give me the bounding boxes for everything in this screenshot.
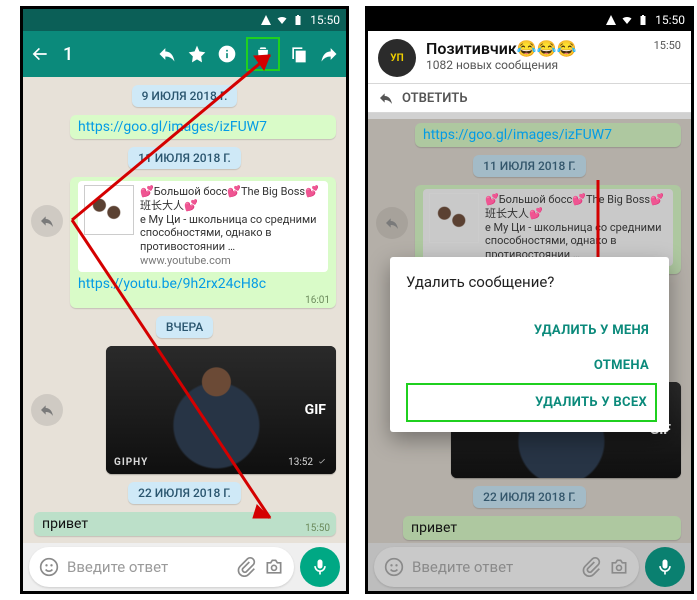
status-bar: 15:50	[23, 9, 346, 31]
link-preview-card[interactable]: 💕Большой босс💕The Big Boss💕班长大人💕 е Му Ци…	[78, 181, 328, 272]
gif-label: GIF	[305, 402, 326, 418]
clock: 15:50	[655, 13, 685, 27]
reply-icon[interactable]	[156, 43, 178, 65]
message-input[interactable]: Введите ответ	[29, 547, 294, 587]
delete-for-me-button[interactable]: УДАЛИТЬ У МЕНЯ	[406, 313, 657, 348]
date-chip: 11 ИЮЛЯ 2018 Г.	[128, 147, 241, 169]
forward-circle-icon[interactable]	[31, 205, 63, 237]
date-chip: 22 ИЮЛЯ 2018 Г.	[473, 486, 586, 508]
date-chip: 22 ИЮЛЯ 2018 Г.	[128, 482, 241, 504]
notification-header[interactable]: УП Позитивчик😂😂😂 1082 новых сообщения 15…	[368, 31, 691, 84]
phone-left: 15:50 1 9 ИЮЛЯ 2018 Г. https://goo.gl/im…	[20, 6, 349, 594]
message-text: привет	[42, 516, 88, 532]
preview-domain: www.youtube.com	[140, 254, 322, 268]
forward-icon[interactable]	[318, 43, 340, 65]
wifi-icon	[276, 14, 288, 26]
emoji-icon[interactable]	[39, 557, 59, 577]
preview-title: 💕Большой босс💕The Big Boss💕班长大人💕	[140, 185, 322, 213]
phone-right: 15:50 УП Позитивчик😂😂😂 1082 новых сообще…	[365, 6, 694, 594]
preview-title: 💕Большой босс💕The Big Boss💕班长大人💕	[485, 193, 667, 221]
input-bar: Введите ответ	[23, 543, 346, 591]
info-icon[interactable]	[216, 43, 238, 65]
message-link[interactable]: https://goo.gl/images/izFUW7	[70, 115, 336, 139]
forward-circle-icon[interactable]	[376, 207, 408, 239]
battery-icon	[637, 14, 649, 26]
message-time: 15:50	[305, 523, 330, 534]
reply-icon	[378, 90, 394, 106]
message-text-bubble[interactable]: привет	[403, 516, 681, 540]
selection-action-bar: 1	[23, 31, 346, 77]
message-time: 13:52	[288, 457, 328, 468]
emoji-icon[interactable]	[384, 557, 404, 577]
chat-title: Позитивчик😂😂😂	[426, 39, 577, 58]
message-text: привет	[411, 520, 457, 536]
link-preview-card[interactable]: 💕Большой босс💕The Big Boss💕班长大人💕 е Му Ци…	[423, 189, 673, 266]
camera-icon[interactable]	[264, 557, 284, 577]
gif-brand: GIPHY	[114, 457, 148, 468]
attach-icon[interactable]	[236, 557, 256, 577]
message-gif[interactable]: GIF GIPHY 13:52	[106, 346, 336, 474]
chat-subtitle: 1082 новых сообщения	[426, 58, 577, 72]
mic-button[interactable]	[300, 547, 340, 587]
message-link-text[interactable]: https://youtu.be/9h2rx24cH8c	[78, 276, 266, 292]
delete-for-everyone-button[interactable]: УДАЛИТЬ У ВСЕХ	[406, 383, 657, 422]
preview-thumbnail	[84, 185, 134, 235]
mic-button[interactable]	[645, 547, 685, 587]
message-link[interactable]: https://goo.gl/images/izFUW7	[415, 123, 681, 147]
wifi-icon	[621, 14, 633, 26]
camera-icon[interactable]	[609, 557, 629, 577]
forward-circle-icon[interactable]	[31, 394, 63, 426]
message-selected[interactable]: привет 15:50	[34, 512, 336, 536]
delete-icon[interactable]	[246, 37, 280, 71]
chat-area: 9 ИЮЛЯ 2018 Г. https://goo.gl/images/izF…	[23, 77, 346, 543]
signal-icon	[605, 14, 617, 26]
dialog-title: Удалить сообщение?	[406, 273, 657, 291]
back-icon[interactable]	[29, 43, 51, 65]
attach-icon[interactable]	[581, 557, 601, 577]
copy-icon[interactable]	[288, 43, 310, 65]
header-time: 15:50	[654, 39, 681, 52]
message-youtube[interactable]: 💕Большой босс💕The Big Boss💕班长大人💕 е Му Ци…	[70, 177, 336, 308]
preview-desc: е Му Ци - школьница со средними способно…	[140, 213, 322, 254]
status-bar: 15:50	[368, 9, 691, 31]
cancel-button[interactable]: ОТМЕНА	[406, 348, 657, 383]
avatar: УП	[378, 39, 416, 77]
reply-label: ОТВЕТИТЬ	[402, 91, 467, 106]
delete-dialog: Удалить сообщение? УДАЛИТЬ У МЕНЯ ОТМЕНА…	[390, 257, 669, 432]
message-input[interactable]: Введите ответ	[374, 547, 639, 587]
date-chip: ВЧЕРА	[156, 316, 213, 338]
preview-desc: е Му Ци - школьница со средними способно…	[485, 221, 667, 262]
preview-thumbnail	[429, 193, 479, 243]
input-bar: Введите ответ	[368, 543, 691, 591]
input-placeholder: Введите ответ	[412, 558, 573, 576]
signal-icon	[260, 14, 272, 26]
input-placeholder: Введите ответ	[67, 558, 228, 576]
selection-count: 1	[63, 44, 73, 65]
clock: 15:50	[310, 13, 340, 27]
battery-icon	[292, 14, 304, 26]
star-icon[interactable]	[186, 43, 208, 65]
date-chip: 9 ИЮЛЯ 2018 Г.	[132, 85, 238, 107]
reply-row[interactable]: ОТВЕТИТЬ	[368, 84, 691, 113]
date-chip: 11 ИЮЛЯ 2018 Г.	[473, 155, 586, 177]
message-time: 16:01	[305, 295, 330, 306]
